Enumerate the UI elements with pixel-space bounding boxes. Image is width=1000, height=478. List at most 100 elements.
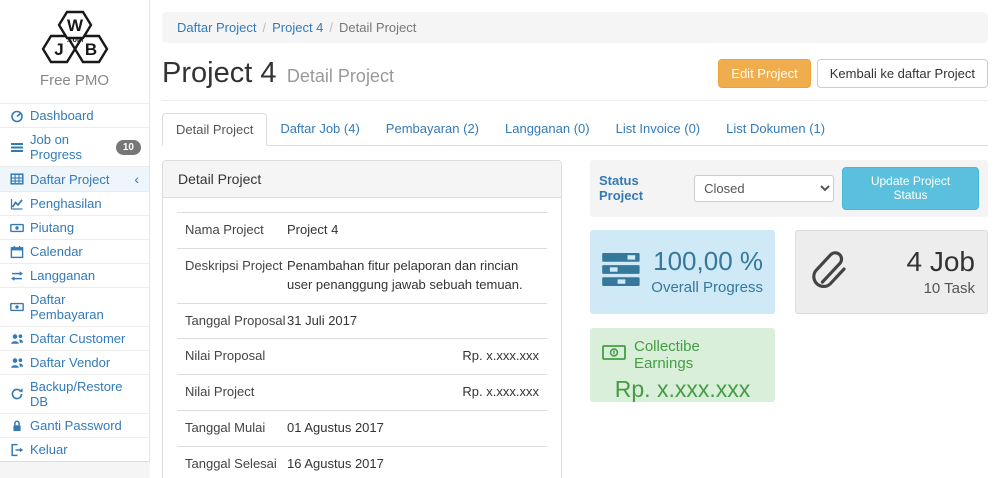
tab-daftar-job[interactable]: Daftar Job (4) <box>267 113 372 146</box>
detail-row-tanggal-selesai: Tanggal Selesai 16 Agustus 2017 <box>177 446 547 478</box>
chart-line-icon <box>8 197 25 211</box>
tasks-value: 10 Task <box>850 280 975 297</box>
breadcrumb-link-daftar-project[interactable]: Daftar Project <box>177 20 256 35</box>
tab-list-dokumen[interactable]: List Dokumen (1) <box>713 113 838 146</box>
page-subtitle: Detail Project <box>287 66 394 86</box>
earnings-label: Collectibe Earnings <box>634 338 763 372</box>
tab-pembayaran[interactable]: Pembayaran (2) <box>373 113 492 146</box>
panel-title: Detail Project <box>163 161 561 198</box>
sidebar-item-backup-restore[interactable]: Backup/Restore DB <box>0 374 149 413</box>
sidebar-item-langganan[interactable]: Langganan <box>0 263 149 287</box>
breadcrumb: Daftar Project/Project 4/Detail Project <box>162 12 988 43</box>
sidebar-item-penghasilan[interactable]: Penghasilan <box>0 191 149 215</box>
users-icon <box>8 356 25 370</box>
detail-project-panel: Detail Project Nama Project Project 4 De… <box>162 160 562 478</box>
logo-suffix: .com <box>66 37 82 44</box>
users-icon <box>8 332 25 346</box>
paperclip-icon <box>808 246 850 297</box>
sidebar-item-daftar-project[interactable]: Daftar Project ‹ <box>0 166 149 191</box>
detail-row-nama-project: Nama Project Project 4 <box>177 212 547 248</box>
stat-cards: 100,00 % Overall Progress 4 Job 10 T <box>590 230 988 402</box>
sidebar-item-label: Daftar Project <box>30 172 134 187</box>
sidebar-menu: Dashboard Job on Progress 10 Daftar Proj… <box>0 103 149 461</box>
sidebar-item-label: Dashboard <box>30 108 141 123</box>
row-label: Tanggal Proposal <box>185 312 287 331</box>
app-window: J B W .com Free PMO Dashboard <box>0 0 1000 478</box>
row-value: 01 Agustus 2017 <box>287 419 545 438</box>
sidebar-item-daftar-vendor[interactable]: Daftar Vendor <box>0 350 149 374</box>
money-icon <box>8 221 25 235</box>
page-header: Project 4 Detail Project Edit Project Ke… <box>162 57 988 101</box>
jobs-stat: 4 Job 10 Task <box>850 246 975 297</box>
row-value: Rp. x.xxx.xxx <box>287 347 545 366</box>
row-value: 16 Agustus 2017 <box>287 455 545 474</box>
row-value: 31 Juli 2017 <box>287 312 545 331</box>
header-buttons: Edit Project Kembali ke daftar Project <box>718 59 988 89</box>
breadcrumb-separator: / <box>256 20 272 35</box>
update-project-status-button[interactable]: Update Project Status <box>842 167 979 210</box>
jwb-logo-icon: J B W .com <box>23 8 127 68</box>
earnings-header: Collectibe Earnings <box>602 338 763 372</box>
detail-row-deskripsi: Deskripsi Project Penambahan fitur pelap… <box>177 248 547 303</box>
logo-letter-b: B <box>84 40 96 59</box>
detail-row-tanggal-proposal: Tanggal Proposal 31 Juli 2017 <box>177 303 547 339</box>
tab-langganan[interactable]: Langganan (0) <box>492 113 603 146</box>
logo-letter-w: W <box>66 16 83 35</box>
collectible-earnings-card: Collectibe Earnings Rp. x.xxx.xxx <box>590 328 775 402</box>
job-count-badge: 10 <box>116 140 141 155</box>
tab-list-invoice[interactable]: List Invoice (0) <box>603 113 714 146</box>
lock-icon <box>8 419 25 433</box>
jobs-card: 4 Job 10 Task <box>795 230 988 314</box>
chevron-left-icon: ‹ <box>134 171 141 187</box>
breadcrumb-link-project-4[interactable]: Project 4 <box>272 20 323 35</box>
row-value: Project 4 <box>287 221 545 240</box>
progress-stat: 100,00 % Overall Progress <box>642 247 763 296</box>
progress-value: 100,00 % <box>642 247 763 277</box>
sidebar-item-piutang[interactable]: Piutang <box>0 215 149 239</box>
row-label: Deskripsi Project <box>185 257 287 295</box>
row-label: Nama Project <box>185 221 287 240</box>
tab-detail-project[interactable]: Detail Project <box>162 113 267 146</box>
row-label: Nilai Proposal <box>185 347 287 366</box>
edit-project-button[interactable]: Edit Project <box>718 59 810 89</box>
sidebar-item-label: Langganan <box>30 268 141 283</box>
sidebar-item-label: Penghasilan <box>30 196 141 211</box>
overall-progress-card: 100,00 % Overall Progress <box>590 230 775 314</box>
content-row: Detail Project Nama Project Project 4 De… <box>162 160 988 478</box>
money-bill-icon <box>602 345 626 364</box>
money-icon <box>8 300 25 314</box>
sidebar-item-dashboard[interactable]: Dashboard <box>0 103 149 127</box>
breadcrumb-separator: / <box>323 20 339 35</box>
sidebar-item-daftar-customer[interactable]: Daftar Customer <box>0 326 149 350</box>
row-label: Tanggal Mulai <box>185 419 287 438</box>
row-value: Penambahan fitur pelaporan dan rincian u… <box>287 257 545 295</box>
main-content: Daftar Project/Project 4/Detail Project … <box>150 0 1000 478</box>
row-label: Nilai Project <box>185 383 287 402</box>
sidebar-item-label: Daftar Vendor <box>30 355 141 370</box>
sidebar-item-label: Calendar <box>30 244 141 259</box>
sidebar-item-keluar[interactable]: Keluar <box>0 437 149 461</box>
sidebar-item-ganti-password[interactable]: Ganti Password <box>0 413 149 437</box>
detail-row-nilai-proposal: Nilai Proposal Rp. x.xxx.xxx <box>177 338 547 374</box>
sidebar-item-job-on-progress[interactable]: Job on Progress 10 <box>0 127 149 166</box>
back-to-list-button[interactable]: Kembali ke daftar Project <box>817 59 988 89</box>
detail-row-tanggal-mulai: Tanggal Mulai 01 Agustus 2017 <box>177 410 547 446</box>
refresh-icon <box>8 387 25 401</box>
sidebar-item-daftar-pembayaran[interactable]: Daftar Pembayaran <box>0 287 149 326</box>
sidebar-item-label: Backup/Restore DB <box>30 379 141 409</box>
exchange-icon <box>8 269 25 283</box>
right-column: Status Project Closed Update Project Sta… <box>590 160 988 478</box>
calendar-icon <box>8 245 25 259</box>
sidebar-item-label: Piutang <box>30 220 141 235</box>
list-icon <box>8 140 25 154</box>
row-value: Rp. x.xxx.xxx <box>287 383 545 402</box>
brand-name: Free PMO <box>6 68 143 99</box>
status-project-bar: Status Project Closed Update Project Sta… <box>590 160 988 217</box>
status-project-select[interactable]: Closed <box>694 175 834 202</box>
sidebar-item-label: Keluar <box>30 442 141 457</box>
jobs-value: 4 Job <box>850 246 975 278</box>
sidebar-item-calendar[interactable]: Calendar <box>0 239 149 263</box>
detail-row-nilai-project: Nilai Project Rp. x.xxx.xxx <box>177 374 547 410</box>
tab-bar: Detail Project Daftar Job (4) Pembayaran… <box>162 113 988 146</box>
row-label: Tanggal Selesai <box>185 455 287 474</box>
